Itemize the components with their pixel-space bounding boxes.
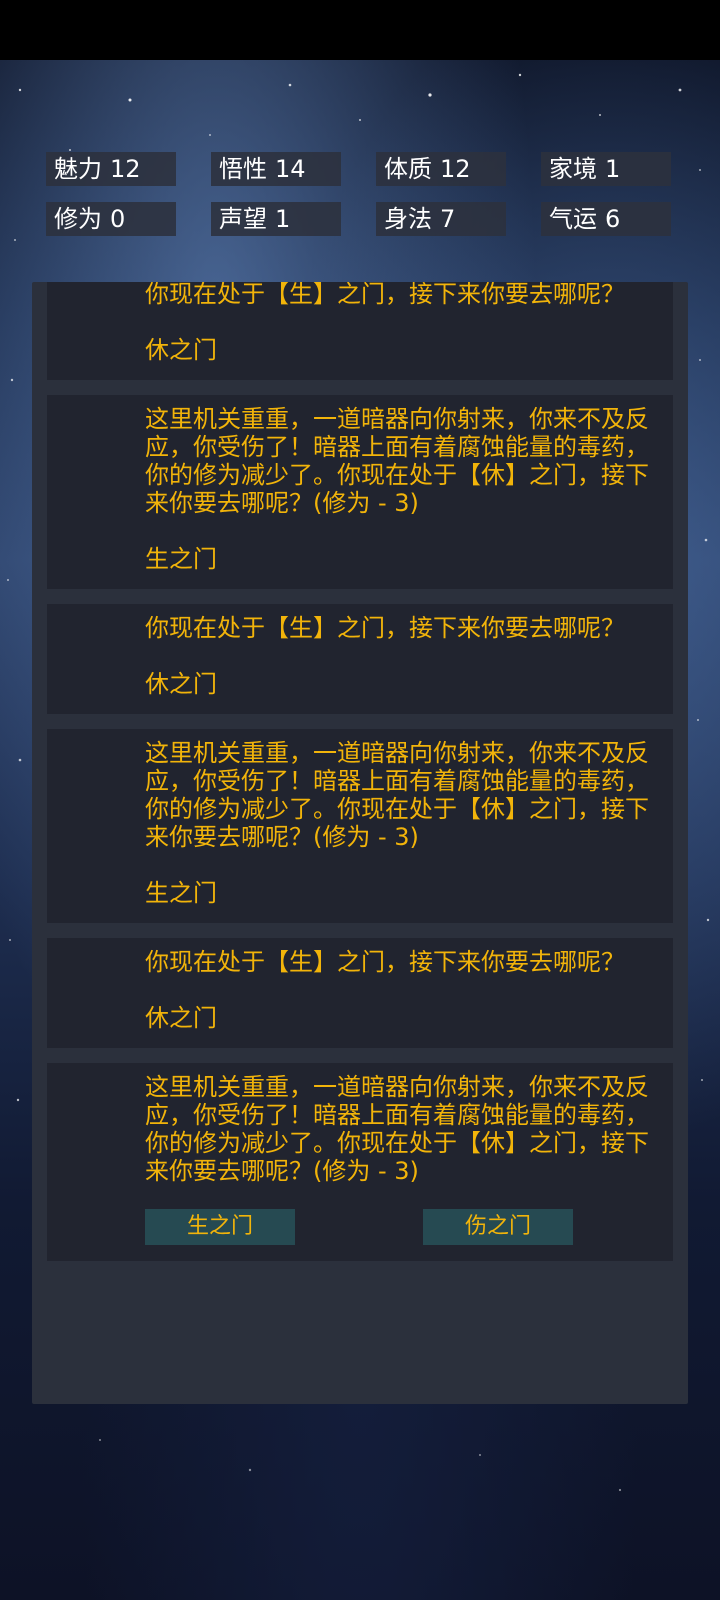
event-log-panel[interactable]: 你现在处于【生】之门，接下来你要去哪呢？ 休之门 这里机关重重，一道暗器向你射来… [32, 282, 688, 1404]
stat-value: 1 [275, 205, 291, 233]
chosen-option: 生之门 [145, 879, 217, 907]
stat-label: 悟性 [219, 155, 267, 183]
stat-value: 14 [275, 155, 306, 183]
event-card: 你现在处于【生】之门，接下来你要去哪呢？ 休之门 [47, 604, 673, 714]
chosen-option: 生之门 [145, 545, 217, 573]
stat-value: 6 [605, 205, 621, 233]
event-text: 你现在处于【生】之门，接下来你要去哪呢？ [145, 282, 625, 308]
event-text: 你现在处于【生】之门，接下来你要去哪呢？ [145, 614, 625, 642]
current-event-card: 这里机关重重，一道暗器向你射来，你来不及反应，你受伤了！暗器上面有着腐蚀能量的毒… [47, 1063, 673, 1261]
stat-charm: 魅力 12 [46, 152, 176, 186]
event-text: 你现在处于【生】之门，接下来你要去哪呢？ [145, 948, 625, 976]
stat-family: 家境 1 [541, 152, 671, 186]
stat-value: 0 [110, 205, 126, 233]
event-card: 这里机关重重，一道暗器向你射来，你来不及反应，你受伤了！暗器上面有着腐蚀能量的毒… [47, 729, 673, 923]
stat-agility: 身法 7 [376, 202, 506, 236]
stat-label: 家境 [549, 155, 597, 183]
stat-label: 身法 [384, 205, 432, 233]
stat-reputation: 声望 1 [211, 202, 341, 236]
stat-label: 气运 [549, 205, 597, 233]
event-card: 这里机关重重，一道暗器向你射来，你来不及反应，你受伤了！暗器上面有着腐蚀能量的毒… [47, 395, 673, 589]
stat-label: 体质 [384, 155, 432, 183]
event-card: 你现在处于【生】之门，接下来你要去哪呢？ 休之门 [47, 282, 673, 380]
status-bar [0, 0, 720, 60]
stat-value: 1 [605, 155, 621, 183]
stat-label: 魅力 [54, 155, 102, 183]
attribute-grid: 魅力 12 悟性 14 体质 12 家境 1 修为 0 声望 1 身法 7 气运 6 [46, 152, 674, 236]
event-card: 你现在处于【生】之门，接下来你要去哪呢？ 休之门 [47, 938, 673, 1048]
option-buttons: 生之门 伤之门 [145, 1209, 657, 1245]
current-event-text: 这里机关重重，一道暗器向你射来，你来不及反应，你受伤了！暗器上面有着腐蚀能量的毒… [145, 1073, 649, 1185]
stat-constitution: 体质 12 [376, 152, 506, 186]
option-button-sheng[interactable]: 生之门 [145, 1209, 295, 1245]
event-text: 这里机关重重，一道暗器向你射来，你来不及反应，你受伤了！暗器上面有着腐蚀能量的毒… [145, 405, 649, 517]
chosen-option: 休之门 [145, 1004, 217, 1032]
stat-label: 修为 [54, 205, 102, 233]
stat-cultivation: 修为 0 [46, 202, 176, 236]
stat-value: 12 [110, 155, 141, 183]
stat-value: 7 [440, 205, 456, 233]
stat-value: 12 [440, 155, 471, 183]
stat-luck: 气运 6 [541, 202, 671, 236]
chosen-option: 休之门 [145, 670, 217, 698]
stat-comprehension: 悟性 14 [211, 152, 341, 186]
chosen-option: 休之门 [145, 336, 217, 364]
event-log-scroll-area[interactable]: 你现在处于【生】之门，接下来你要去哪呢？ 休之门 这里机关重重，一道暗器向你射来… [47, 282, 673, 1389]
option-button-shang[interactable]: 伤之门 [423, 1209, 573, 1245]
stat-label: 声望 [219, 205, 267, 233]
event-text: 这里机关重重，一道暗器向你射来，你来不及反应，你受伤了！暗器上面有着腐蚀能量的毒… [145, 739, 649, 851]
event-list: 你现在处于【生】之门，接下来你要去哪呢？ 休之门 这里机关重重，一道暗器向你射来… [47, 282, 673, 1276]
